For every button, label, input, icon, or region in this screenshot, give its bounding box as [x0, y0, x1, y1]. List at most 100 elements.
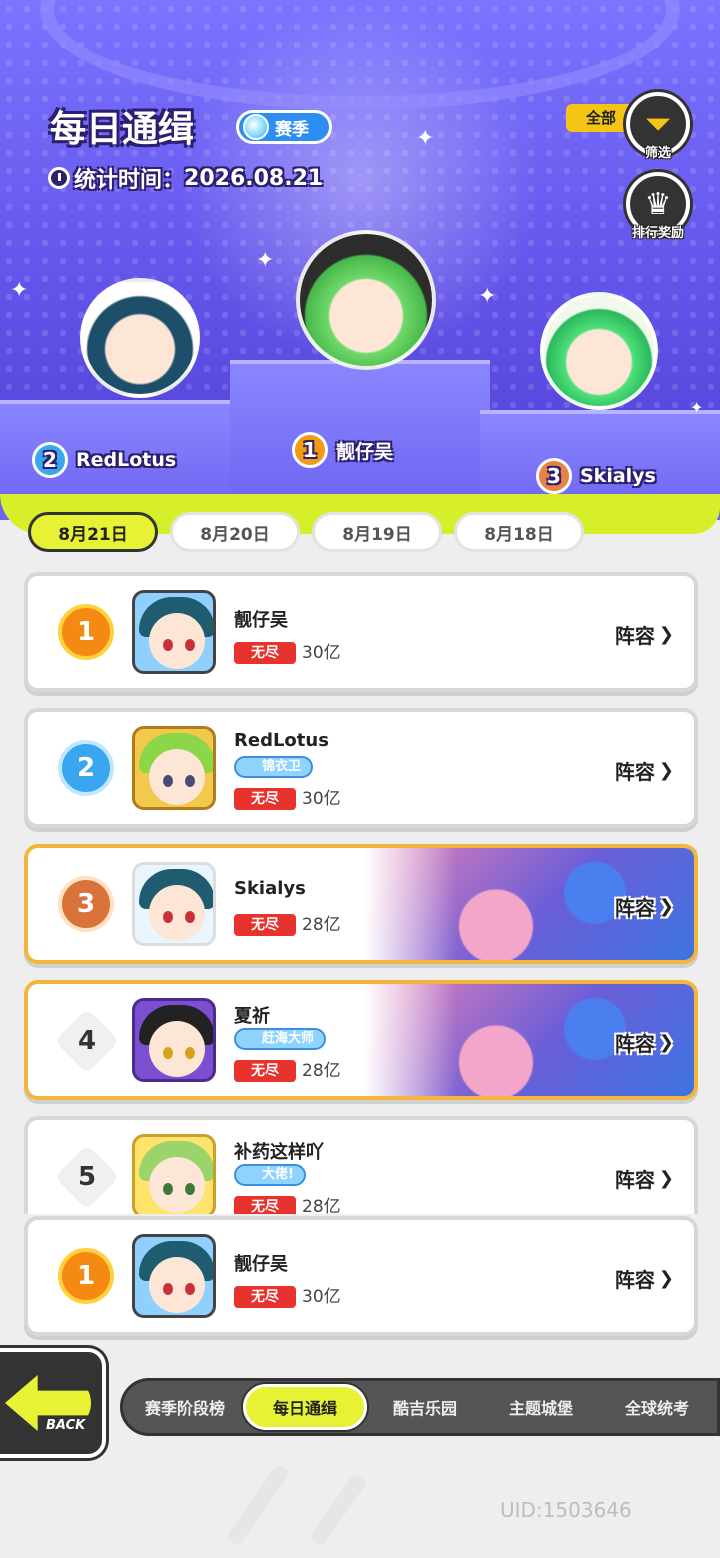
rank-number: 2	[58, 740, 114, 796]
podium-character-2[interactable]	[80, 278, 200, 398]
lineup-button[interactable]: 阵容 ❯	[615, 1264, 674, 1293]
lineup-button[interactable]: 阵容 ❯	[615, 1164, 674, 1193]
podium-player-name: RedLotus	[76, 449, 177, 471]
rank-row[interactable]: 2 RedLotus 锦衣卫 无尽 30亿 阵容 ❯	[24, 708, 698, 828]
mode-tag: 无尽	[234, 1196, 296, 1214]
nav-kuji-park[interactable]: 酷吉乐园	[367, 1384, 483, 1430]
sparkle-icon: ✦	[10, 278, 29, 303]
stage-arc	[40, 0, 680, 110]
nav-global-exam[interactable]: 全球统考	[599, 1384, 715, 1430]
bottom-nav: 赛季阶段榜 每日通缉 酷吉乐园 主题城堡 全球统考	[120, 1378, 720, 1436]
rank-row[interactable]: 3 Skialys 无尽 28亿 阵容 ❯	[24, 844, 698, 964]
podium-character-3[interactable]	[540, 292, 658, 410]
date-tab[interactable]: 8月20日	[170, 512, 300, 552]
lineup-label: 阵容	[614, 624, 655, 648]
chevron-right-icon: ❯	[658, 1168, 674, 1189]
player-name: RedLotus	[234, 730, 329, 751]
score: 30亿	[302, 1287, 341, 1307]
rank-reward-label: 排行奖励	[631, 226, 684, 241]
my-rank-row[interactable]: 1 靓仔吴 无尽 30亿 阵容 ❯	[24, 1216, 698, 1336]
rank-list[interactable]: 1 靓仔吴 无尽 30亿 阵容 ❯ 2 RedLotus 锦衣卫 无尽 30亿 阵…	[24, 572, 698, 1214]
gift-icon: ♛	[644, 186, 672, 222]
nav-theme-castle[interactable]: 主题城堡	[483, 1384, 599, 1430]
season-globe-icon	[243, 114, 269, 140]
lineup-button[interactable]: 阵容 ❯	[615, 1028, 674, 1057]
podium-player-name: Skialys	[580, 465, 656, 487]
rank-number: 4	[77, 1026, 97, 1056]
avatar[interactable]	[132, 726, 216, 810]
page-title: 每日通缉	[50, 109, 195, 150]
date-tabs: 8月21日 8月20日 8月19日 8月18日	[28, 512, 584, 552]
title-tag: 赶海大师	[234, 1028, 327, 1050]
mode-tag: 无尽	[234, 914, 296, 936]
lineup-label: 阵容	[614, 896, 655, 920]
avatar[interactable]	[132, 1234, 216, 1318]
lineup-label: 阵容	[614, 1168, 655, 1192]
season-badge[interactable]: 赛季	[236, 110, 332, 144]
chevron-right-icon: ❯	[658, 624, 674, 645]
rank-number: 3	[58, 876, 114, 932]
podium-player-name: 靓仔吴	[336, 440, 394, 463]
sparkle-icon: ✦	[416, 126, 435, 151]
title-tag: 锦衣卫	[234, 756, 314, 778]
score: 28亿	[302, 1061, 341, 1081]
lineup-button[interactable]: 阵容 ❯	[615, 892, 674, 921]
sparkle-icon: ✦	[478, 284, 497, 309]
player-name: 补药这样吖	[234, 1142, 324, 1163]
rank-number: 1	[58, 604, 114, 660]
rank-medal: 2	[32, 442, 68, 478]
lineup-label: 阵容	[614, 760, 655, 784]
hero-banner: ✦ ✦ ✦ ✦ ✦ 2 RedLotus 1 靓仔吴 3 Skialys 每日通…	[0, 0, 720, 520]
score: 28亿	[302, 915, 341, 935]
lineup-label: 阵容	[614, 1032, 655, 1056]
avatar[interactable]	[132, 1134, 216, 1214]
mode-tag: 无尽	[234, 788, 296, 810]
filter-funnel-icon: ⏷	[646, 106, 670, 142]
nav-daily-wanted[interactable]: 每日通缉	[243, 1384, 367, 1430]
player-name: Skialys	[234, 878, 306, 899]
back-button[interactable]: BACK	[0, 1348, 106, 1458]
rank-number-badge: 5	[54, 1144, 120, 1210]
back-label: BACK	[46, 1418, 86, 1433]
uid-label: UID:1503646	[500, 1498, 632, 1522]
score: 30亿	[302, 643, 341, 663]
stat-time: 统计时间： 2026.08.21	[48, 162, 323, 194]
avatar[interactable]	[132, 998, 216, 1082]
rank-row[interactable]: 1 靓仔吴 无尽 30亿 阵容 ❯	[24, 572, 698, 692]
mode-tag: 无尽	[234, 1060, 296, 1082]
date-tab[interactable]: 8月19日	[312, 512, 442, 552]
chevron-right-icon: ❯	[658, 1268, 674, 1289]
lineup-button[interactable]: 阵容 ❯	[615, 620, 674, 649]
date-tab[interactable]: 8月21日	[28, 512, 158, 552]
score: 28亿	[302, 1197, 341, 1214]
rank-row[interactable]: 4 夏祈 赶海大师 无尽 28亿 阵容 ❯	[24, 980, 698, 1100]
chevron-right-icon: ❯	[658, 1032, 674, 1053]
player-name: 靓仔吴	[234, 1254, 288, 1275]
chevron-right-icon: ❯	[658, 896, 674, 917]
rank-number: 5	[77, 1162, 97, 1192]
podium-character-1[interactable]	[296, 230, 436, 370]
lineup-label: 阵容	[614, 1268, 655, 1292]
date-tab[interactable]: 8月18日	[454, 512, 584, 552]
rank-medal: 1	[292, 432, 328, 468]
nav-season-stage[interactable]: 赛季阶段榜	[127, 1384, 243, 1430]
sparkle-icon: ✦	[256, 248, 275, 273]
title-tag: 大佬!	[234, 1164, 306, 1186]
podium-name-3: 3 Skialys	[536, 458, 656, 494]
rank-medal: 3	[536, 458, 572, 494]
player-name: 靓仔吴	[234, 610, 288, 631]
chevron-right-icon: ❯	[658, 760, 674, 781]
mode-tag: 无尽	[234, 642, 296, 664]
podium-name-2: 2 RedLotus	[32, 442, 176, 478]
rank-row[interactable]: 5 补药这样吖 大佬! 无尽 28亿 阵容 ❯	[24, 1116, 698, 1214]
avatar[interactable]	[132, 590, 216, 674]
decor-slash	[308, 1472, 368, 1548]
podium-name-1: 1 靓仔吴	[292, 432, 393, 468]
mode-tag: 无尽	[234, 1286, 296, 1308]
stat-time-value: 2026.08.21	[184, 165, 324, 191]
sparkle-icon: ✦	[690, 398, 704, 417]
lineup-button[interactable]: 阵容 ❯	[615, 756, 674, 785]
filter-label: 筛选	[644, 146, 671, 161]
clock-icon	[48, 167, 70, 189]
avatar[interactable]	[132, 862, 216, 946]
